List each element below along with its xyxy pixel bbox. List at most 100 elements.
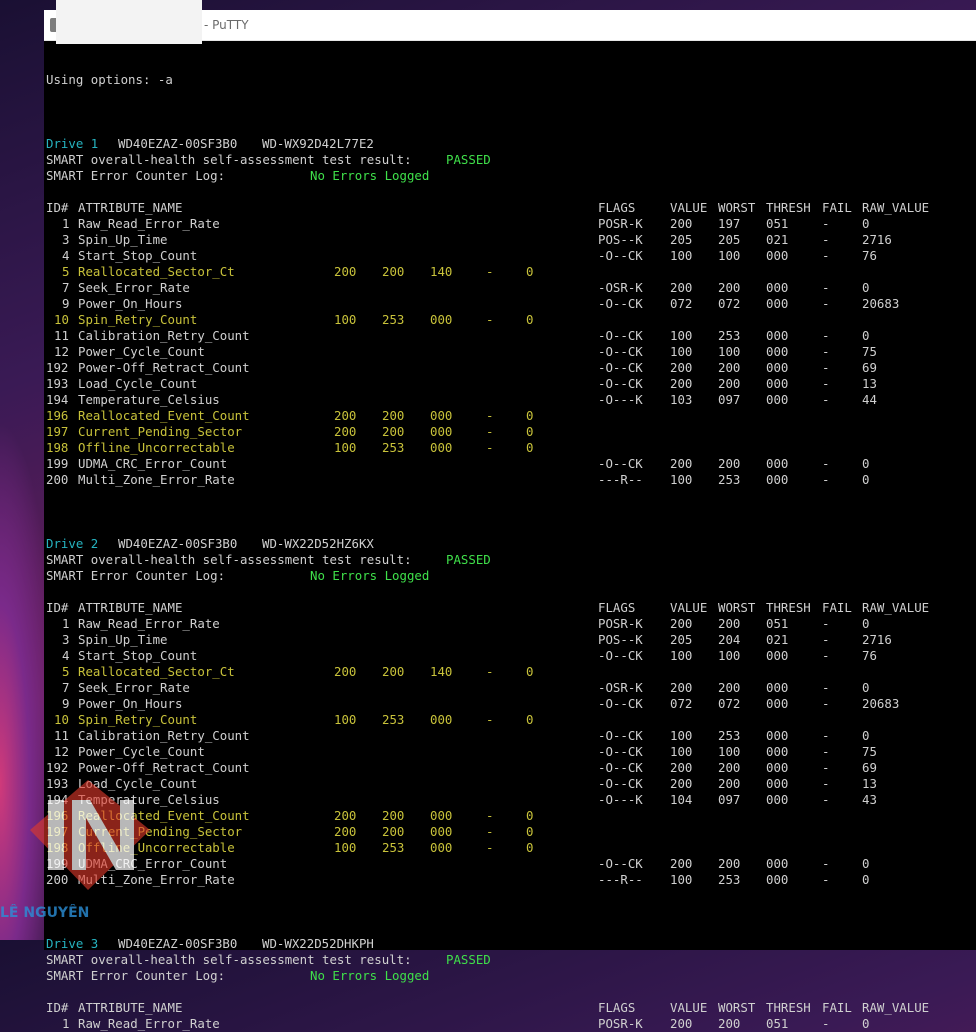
attr-fail: - [822,232,830,247]
col-name-header: ATTRIBUTE_NAME [78,600,183,615]
attr-id: 12 [54,344,69,359]
attr-worst: 197 [718,216,741,231]
attr-id: 10 [54,312,69,327]
attribute-row: 11 Calibration_Retry_Count -O--CK 100 253 000… [46,728,976,744]
attr-thresh: 000 [766,680,789,695]
drive-model: WD40EZAZ-00SF3B0 [118,136,238,151]
attr-worst: 097 [718,792,741,807]
col-worst-header: WORST [718,600,756,615]
attr-raw: 0 [526,840,534,855]
drive-model: WD40EZAZ-00SF3B0 [118,536,238,551]
drive-header: Drive 2 WD40EZAZ-00SF3B0 WD-WX22D52HZ6KX [46,536,976,552]
attr-worst: 253 [382,312,405,327]
col-id-header: ID# [46,1000,69,1015]
col-value-header: VALUE [670,600,708,615]
attr-worst: 200 [718,360,741,375]
attr-flags: POSR-K [598,216,643,231]
attr-value: 200 [334,808,357,823]
attribute-row: 3 Spin_Up_Time POS--K 205 205 021 - 2716 [46,232,976,248]
attr-flags: -O--CK [598,696,643,711]
attr-name: Start_Stop_Count [78,648,198,663]
attr-name: Current_Pending_Sector [78,424,243,439]
attr-worst: 200 [718,680,741,695]
attribute-row: 9 Power_On_Hours -O--CK 072 072 000 - 20683 [46,296,976,312]
attr-flags: -O--CK [598,856,643,871]
attr-thresh: 000 [430,312,453,327]
attr-value: 100 [670,472,693,487]
attribute-row: 199 UDMA_CRC_Error_Count -O--CK 200 200 000 - 0 [46,856,976,872]
attr-value: 200 [670,360,693,375]
attr-value: 100 [334,712,357,727]
error-log-prefix: SMART Error Counter Log: [46,568,226,583]
attr-fail: - [486,424,494,439]
attr-id: 194 [46,392,69,407]
attr-name: Power_On_Hours [78,296,183,311]
attr-fail: - [486,264,494,279]
health-result: PASSED [446,552,491,567]
attr-flags: ---R-- [598,872,643,887]
attr-worst: 200 [718,760,741,775]
attr-fail: - [822,216,830,231]
attr-id: 192 [46,360,69,375]
attr-raw: 76 [862,248,877,263]
attr-flags: -O--CK [598,648,643,663]
attr-id: 4 [62,248,70,263]
health-prefix: SMART overall-health self-assessment tes… [46,952,412,967]
attr-value: 100 [334,440,357,455]
attr-id: 11 [54,728,69,743]
attr-raw: 0 [862,856,870,871]
attr-id: 199 [46,456,69,471]
attr-id: 12 [54,744,69,759]
attr-fail: - [822,360,830,375]
attr-raw: 13 [862,376,877,391]
attr-flags: -O--CK [598,328,643,343]
attr-raw: 69 [862,360,877,375]
attr-fail: - [822,728,830,743]
attr-thresh: 140 [430,264,453,279]
drive-label: Drive 3 [46,936,99,951]
attribute-row: 11 Calibration_Retry_Count -O--CK 100 253 000… [46,328,976,344]
attr-raw: 76 [862,648,877,663]
health-line: SMART overall-health self-assessment tes… [46,152,976,168]
attribute-row: 198 Offline_Uncorrectable 100 253 000 - 0 [46,840,976,856]
attribute-row: 4 Start_Stop_Count -O--CK 100 100 000 - 76 [46,248,976,264]
attr-name: UDMA_CRC_Error_Count [78,456,228,471]
attribute-row: 192 Power-Off_Retract_Count -O--CK 200 200 00… [46,760,976,776]
attr-value: 200 [670,616,693,631]
terminal-output[interactable]: Using options: -a Drive 1 WD40EZAZ-00SF3B… [46,40,976,1031]
col-thresh-header: THRESH [766,200,811,215]
drive-label: Drive 1 [46,136,99,151]
attr-value: 100 [670,648,693,663]
attr-thresh: 140 [430,664,453,679]
col-name-header: ATTRIBUTE_NAME [78,200,183,215]
attr-worst: 200 [382,408,405,423]
attr-thresh: 051 [766,1016,789,1031]
attr-thresh: 000 [766,872,789,887]
attr-name: UDMA_CRC_Error_Count [78,856,228,871]
attr-thresh: 000 [766,744,789,759]
attribute-row: 7 Seek_Error_Rate -OSR-K 200 200 000 - 0 [46,280,976,296]
drive-serial: WD-WX92D42L77E2 [262,136,374,151]
attr-id: 9 [62,696,70,711]
attr-raw: 2716 [862,232,892,247]
health-line: SMART overall-health self-assessment tes… [46,952,976,968]
attribute-header-row: ID# ATTRIBUTE_NAME FLAGS VALUE WORST THRESH FA… [46,600,976,616]
attr-id: 200 [46,472,69,487]
attr-worst: 253 [382,712,405,727]
attr-raw: 0 [862,216,870,231]
putty-window[interactable]: - PuTTY Using options: -a Drive 1 WD40EZA… [44,0,976,1031]
attr-name: Reallocated_Sector_Ct [78,264,235,279]
title-bar[interactable]: - PuTTY [44,0,976,44]
attr-id: 198 [46,440,69,455]
attr-flags: -O---K [598,792,643,807]
attr-fail: - [486,808,494,823]
col-value-header: VALUE [670,1000,708,1015]
attr-value: 103 [670,392,693,407]
error-log-result: No Errors Logged [310,968,430,983]
attr-raw: 0 [862,1016,870,1031]
col-fail-header: FAIL [822,1000,852,1015]
attr-flags: POS--K [598,632,643,647]
